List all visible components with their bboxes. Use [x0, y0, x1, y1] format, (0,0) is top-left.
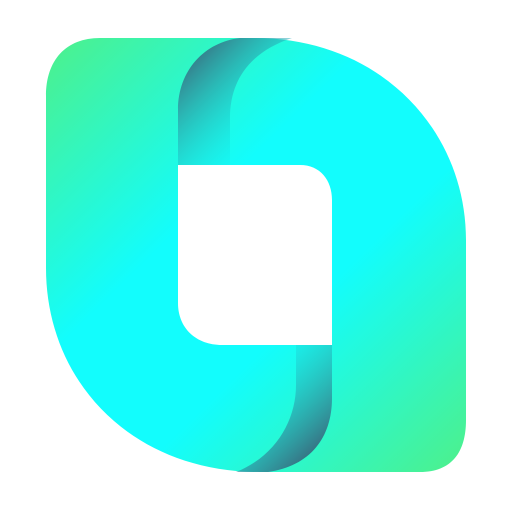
logo-canvas — [0, 0, 512, 512]
logo-body-shape — [46, 38, 466, 472]
leaf-square-logo-icon — [46, 38, 466, 472]
